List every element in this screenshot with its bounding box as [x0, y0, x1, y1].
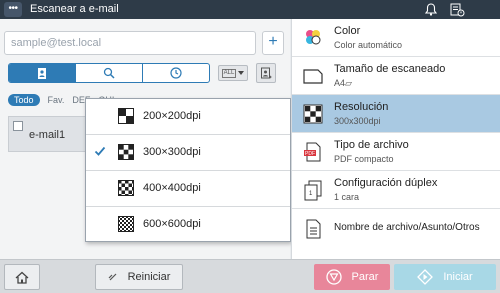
filter-dropdown-value: ALL [221, 68, 237, 78]
setting-title: Nombre de archivo/Asunto/Otros [334, 222, 480, 233]
setting-duplex[interactable]: 1 Configuración dúplex 1 cara [292, 171, 500, 209]
address-book-icon [38, 67, 46, 79]
setting-resolution[interactable]: Resolución 300x300dpi [292, 95, 500, 133]
start-label: Iniciar [443, 271, 473, 283]
filter-fav[interactable]: Fav. [48, 95, 65, 105]
add-address-button[interactable]: + [262, 31, 284, 55]
notification-bell-icon[interactable] [420, 1, 442, 18]
tab-history[interactable] [143, 64, 209, 82]
setting-file-name[interactable]: Nombre de archivo/Asunto/Otros [292, 209, 500, 249]
setting-value: 1 cara [334, 192, 360, 202]
resolution-option-label: 600×600dpi [143, 218, 201, 230]
resolution-option-200[interactable]: 200×200dpi [86, 99, 290, 135]
page-title: Escanear a e-mail [30, 3, 119, 15]
setting-color[interactable]: Color Color automático [292, 19, 500, 57]
resolution-icon [303, 104, 323, 124]
chevron-down-icon [238, 71, 245, 75]
resolution-400-icon [118, 180, 134, 196]
setting-title: Tamaño de escaneado [334, 63, 446, 75]
menu-button[interactable]: ••• [4, 2, 22, 17]
start-button[interactable]: Iniciar [394, 264, 496, 290]
resolution-300-icon [118, 144, 134, 160]
resolution-600-icon [118, 216, 134, 232]
destination-label: e-mail1 [29, 129, 66, 141]
paper-size-icon [303, 69, 323, 84]
resolution-option-label: 300×300dpi [143, 146, 201, 158]
search-icon [103, 67, 115, 79]
duplex-icon: 1 [304, 180, 322, 201]
document-icon [306, 219, 321, 239]
setting-title: Tipo de archivo [334, 139, 409, 151]
stop-icon [325, 269, 342, 285]
setting-title: Configuración dúplex [334, 177, 438, 189]
clock-icon [170, 67, 182, 79]
register-destination-icon [261, 67, 272, 78]
pdf-icon: PDF [304, 142, 321, 162]
settings-panel: Color Color automático Tamaño de escanea… [291, 19, 500, 259]
view-mode-tabs [8, 63, 210, 83]
stop-label: Parar [351, 271, 379, 283]
bottom-bar: Reiniciar Parar Iniciar [0, 259, 500, 293]
svg-text:PDF: PDF [305, 151, 315, 157]
setting-value: Color automático [334, 40, 403, 50]
address-book-register-button[interactable] [256, 63, 276, 83]
title-bar: ••• Escanear a e-mail [0, 0, 500, 19]
checkmark-icon [94, 146, 106, 156]
resolution-option-600[interactable]: 600×600dpi [86, 207, 290, 243]
setting-value: 300x300dpi [334, 116, 381, 126]
setting-value: A4▱ [334, 78, 352, 88]
reset-button[interactable]: Reiniciar [95, 264, 183, 290]
resolution-200-icon [118, 108, 134, 124]
resolution-option-300[interactable]: 300×300dpi [86, 135, 290, 171]
home-icon [15, 271, 29, 284]
stop-button[interactable]: Parar [314, 264, 390, 290]
resolution-option-400[interactable]: 400×400dpi [86, 171, 290, 207]
setting-scan-size[interactable]: Tamaño de escaneado A4▱ [292, 57, 500, 95]
setting-title: Color [334, 25, 361, 37]
address-input[interactable]: sample@test.local [4, 31, 256, 55]
setting-title: Resolución [334, 101, 389, 113]
job-status-icon[interactable] [446, 1, 468, 18]
destination-card[interactable]: e-mail1 [8, 116, 88, 152]
tab-search[interactable] [76, 64, 143, 82]
tab-address-book[interactable] [9, 64, 76, 82]
reset-label: Reiniciar [127, 271, 171, 283]
filter-todo[interactable]: Todo [8, 94, 40, 106]
start-icon [417, 269, 434, 285]
home-button[interactable] [4, 264, 40, 290]
color-icon [306, 30, 321, 45]
setting-file-type[interactable]: PDF Tipo de archivo PDF compacto [292, 133, 500, 171]
resolution-option-label: 400×400dpi [143, 182, 201, 194]
destination-checkbox[interactable] [13, 121, 23, 131]
resolution-option-label: 200×200dpi [143, 110, 201, 122]
reset-icon [108, 273, 117, 281]
filter-dropdown[interactable]: ALL [218, 65, 248, 81]
setting-value: PDF compacto [334, 154, 394, 164]
resolution-dropdown: 200×200dpi 300×300dpi 400×400dpi 600×600… [85, 98, 291, 242]
